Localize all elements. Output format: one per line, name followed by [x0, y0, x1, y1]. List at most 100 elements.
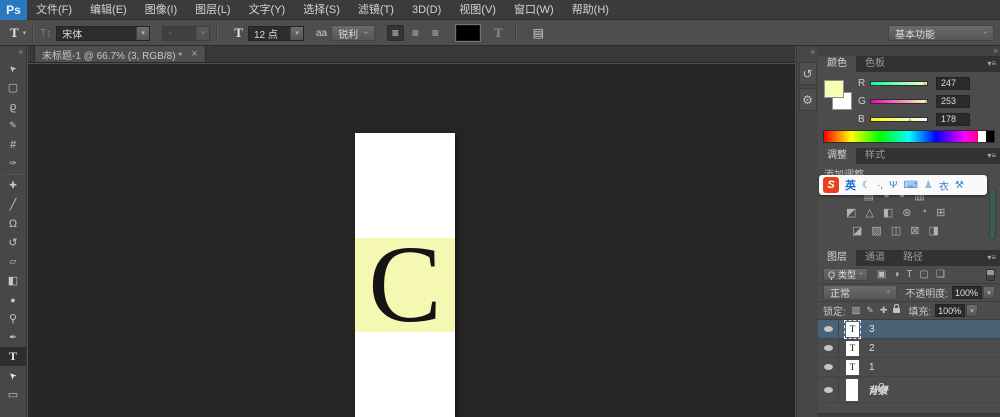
tool-healing-brush[interactable]: ✚ [0, 176, 26, 195]
background-layer-thumbnail[interactable] [846, 379, 858, 401]
filter-shape-icon[interactable]: ▢ [919, 269, 928, 280]
tab-paths[interactable]: 路径 [894, 250, 932, 266]
layer-row-background[interactable]: 背景 [818, 377, 1000, 403]
filter-kind-select[interactable]: Ϙ 类型 ÷ [823, 268, 868, 281]
tool-quick-selection[interactable]: ✎ [0, 116, 26, 135]
visibility-cell[interactable] [818, 377, 839, 402]
sogou-logo[interactable]: S [823, 177, 839, 193]
toggle-panels-icon[interactable]: ▤ [533, 26, 544, 40]
tool-eyedropper[interactable]: ✑ [0, 154, 26, 173]
chevron-down-icon[interactable]: ▾ [966, 304, 978, 317]
tab-styles[interactable]: 样式 [856, 148, 894, 164]
menu-help[interactable]: 帮助(H) [563, 0, 618, 20]
panel-menu-icon[interactable]: ▾≡ [987, 148, 996, 164]
align-right-button[interactable]: ≡ [427, 25, 444, 41]
microphone-icon[interactable]: Ψ [889, 180, 897, 191]
person-icon[interactable]: ♟ [924, 180, 933, 191]
tool-marquee[interactable]: ▢ [0, 78, 26, 97]
red-slider-thumb[interactable]: ▲ [922, 81, 928, 87]
adjustment-icon[interactable]: △ [865, 206, 873, 219]
filter-smart-object-icon[interactable]: ❏ [936, 269, 945, 280]
tool-preset-picker[interactable]: T ▾ [10, 25, 26, 41]
collapse-dock-icon[interactable]: » [994, 46, 997, 55]
filter-type-icon[interactable]: T [906, 269, 912, 280]
menu-file[interactable]: 文件(F) [27, 0, 81, 20]
menu-3d[interactable]: 3D(D) [403, 0, 450, 20]
chevron-down-icon[interactable]: ▾ [983, 286, 995, 299]
canvas-area[interactable]: C [28, 64, 795, 417]
tool-blur[interactable]: ● [0, 290, 26, 309]
chevron-down-icon[interactable]: ▾ [136, 27, 149, 40]
layer-thumbnail[interactable]: T [846, 341, 859, 356]
tool-shape[interactable]: ▭ [0, 385, 26, 404]
white-swatch[interactable] [978, 131, 986, 142]
tool-clone-stamp[interactable]: Ω [0, 214, 26, 233]
adjustment-icon[interactable]: ◪ [852, 224, 862, 237]
adjustment-icon[interactable]: ⊠ [910, 224, 919, 237]
keyboard-icon[interactable]: ⌨ [903, 180, 917, 191]
tool-crop[interactable]: # [0, 135, 26, 154]
layer-row-3[interactable]: T 3 [818, 320, 1000, 339]
red-value-field[interactable]: 247 [936, 77, 970, 90]
tool-type[interactable]: T [0, 347, 26, 366]
close-icon[interactable]: × [191, 48, 197, 60]
tab-adjustments[interactable]: 调整 [818, 148, 856, 164]
layer-row-2[interactable]: T 2 [818, 339, 1000, 358]
history-panel-button[interactable]: ↺ [799, 62, 817, 85]
tool-dodge[interactable]: ⚲ [0, 309, 26, 328]
menu-layer[interactable]: 图层(L) [186, 0, 239, 20]
moon-icon[interactable]: ☾ [862, 180, 871, 191]
adjustment-icon[interactable]: ◫ [891, 224, 901, 237]
menu-window[interactable]: 窗口(W) [505, 0, 563, 20]
green-slider-thumb[interactable]: ▲ [923, 99, 929, 105]
menu-edit[interactable]: 编辑(E) [81, 0, 136, 20]
text-color-swatch[interactable] [456, 25, 480, 41]
layer-thumbnail[interactable]: T [846, 360, 859, 375]
blue-value-field[interactable]: 178 [936, 113, 970, 126]
ime-english-mode[interactable]: 英 [845, 177, 856, 193]
red-slider[interactable] [870, 81, 928, 86]
lock-position-icon[interactable]: ✚ [880, 305, 888, 316]
align-left-button[interactable]: ≡ [387, 25, 404, 41]
workspace-switcher[interactable]: 基本功能 ÷ [888, 25, 994, 41]
layer-row-1[interactable]: T 1 [818, 358, 1000, 377]
menu-select[interactable]: 选择(S) [294, 0, 349, 20]
properties-panel-button[interactable]: ⚙ [799, 88, 817, 111]
tool-path-selection[interactable]: ➤ [0, 366, 26, 385]
opacity-field[interactable]: 100% [952, 286, 982, 299]
menu-view[interactable]: 视图(V) [450, 0, 505, 20]
color-spectrum-ramp[interactable] [823, 130, 995, 143]
layer-name[interactable]: 1 [869, 362, 875, 373]
fill-field[interactable]: 100% [935, 304, 965, 317]
adjustment-icon[interactable]: ◩ [846, 206, 856, 219]
blend-mode-select[interactable]: 正常 ÷ [823, 285, 897, 300]
tool-move[interactable]: ➤ [0, 59, 26, 78]
skin-icon[interactable]: 衣 [939, 178, 949, 193]
adjustment-icon[interactable]: ▨ [871, 224, 881, 237]
tool-gradient[interactable]: ◧ [0, 271, 26, 290]
layer-thumbnail[interactable]: T [846, 322, 859, 337]
lock-all-icon[interactable] [893, 308, 900, 313]
menu-type[interactable]: 文字(Y) [240, 0, 295, 20]
tool-history-brush[interactable]: ↺ [0, 233, 26, 252]
foreground-color-swatch[interactable] [824, 80, 844, 98]
document-tab[interactable]: 未标题-1 @ 66.7% (3, RGB/8) * × [34, 45, 206, 62]
layer-name[interactable]: 2 [869, 343, 875, 354]
menu-filter[interactable]: 滤镜(T) [349, 0, 403, 20]
align-center-button[interactable]: ≡ [407, 25, 424, 41]
wrench-icon[interactable]: ⚒ [955, 180, 964, 191]
blue-slider[interactable] [870, 117, 928, 122]
tool-eraser[interactable]: ▱ [0, 252, 26, 271]
adjustment-icon[interactable]: ⊛ [902, 206, 911, 219]
tab-channels[interactable]: 通道 [856, 250, 894, 266]
antialias-select[interactable]: 锐利 ÷ [331, 25, 375, 41]
tab-swatches[interactable]: 色板 [856, 56, 894, 72]
visibility-cell[interactable] [818, 339, 839, 357]
tab-layers[interactable]: 图层 [818, 250, 856, 266]
visibility-cell[interactable] [818, 358, 839, 376]
panel-menu-icon[interactable]: ▾≡ [987, 250, 996, 266]
adjustment-icon[interactable]: ◨ [928, 224, 938, 237]
green-slider[interactable] [870, 99, 928, 104]
tool-pen[interactable]: ✒ [0, 328, 26, 347]
adjustment-icon[interactable]: ⊞ [936, 206, 945, 219]
